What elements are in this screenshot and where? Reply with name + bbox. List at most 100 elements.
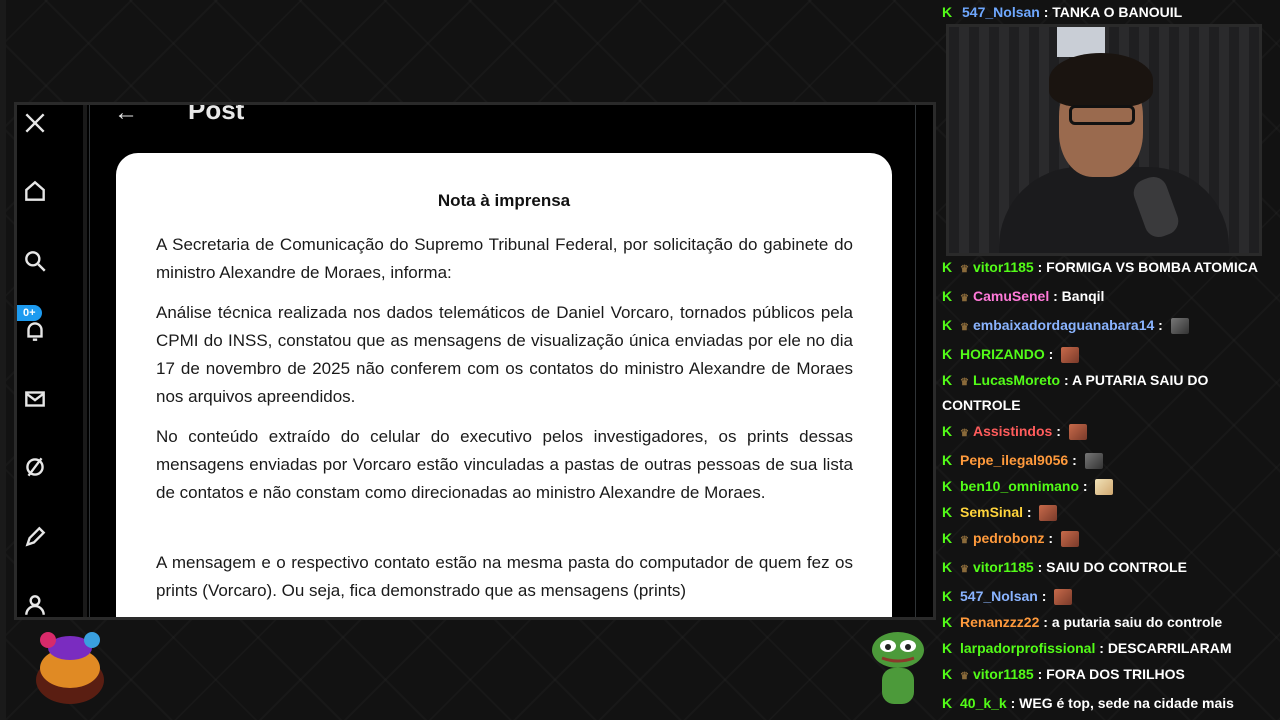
streamer-body bbox=[999, 167, 1229, 253]
chat-separator: : bbox=[1049, 288, 1062, 304]
mascot-left-icon bbox=[36, 632, 104, 704]
chat-username[interactable]: LucasMoreto bbox=[973, 372, 1060, 388]
chat-separator: : bbox=[1006, 695, 1020, 711]
chat-separator: : bbox=[1044, 530, 1057, 546]
messages-icon[interactable] bbox=[21, 385, 49, 413]
kick-badge-icon: K bbox=[942, 614, 953, 630]
kick-badge-icon: K bbox=[942, 317, 953, 333]
chat-username[interactable]: 40_k_k bbox=[960, 695, 1007, 711]
chat-username[interactable]: SemSinal bbox=[960, 504, 1023, 520]
chat-text: FORMIGA VS BOMBA ATOMICA bbox=[1046, 259, 1258, 275]
chat-text: FORA DOS TRILHOS bbox=[1046, 666, 1185, 682]
chat-username[interactable]: Assistindos bbox=[973, 423, 1052, 439]
sub-crown-icon: ♛ bbox=[960, 428, 969, 439]
sub-crown-icon: ♛ bbox=[960, 564, 969, 575]
chat-separator: : bbox=[1154, 317, 1167, 333]
chat-emote-icon bbox=[1039, 505, 1058, 522]
x-sidebar: 0+ bbox=[17, 105, 85, 617]
sub-crown-icon: ♛ bbox=[960, 264, 969, 275]
grok-icon[interactable] bbox=[21, 453, 49, 481]
chat-message: K ♛ vitor1185 : FORA DOS TRILHOS bbox=[940, 663, 1270, 688]
chat-username[interactable]: HORIZANDO bbox=[960, 346, 1045, 362]
webcam-feed bbox=[946, 24, 1262, 256]
chat-separator: : bbox=[1052, 423, 1065, 439]
chat-username[interactable]: Renanzzz22 bbox=[960, 614, 1039, 630]
sub-crown-icon: ♛ bbox=[960, 671, 969, 682]
kick-badge-icon: K bbox=[942, 695, 953, 711]
chat-separator: : bbox=[1079, 478, 1092, 494]
kick-badge-icon: K bbox=[942, 4, 953, 20]
page-title: Post bbox=[188, 102, 245, 125]
chat-separator: : bbox=[1095, 640, 1108, 656]
chat-username[interactable]: 547_Nolsan bbox=[962, 4, 1040, 20]
chat-message: K 547_Nolsan : bbox=[940, 585, 1270, 607]
chat-username[interactable]: 547_Nolsan bbox=[960, 588, 1038, 604]
chat-message: K 40_k_k : WEG é top, sede na cidade mais… bbox=[940, 692, 1270, 720]
chat-text: SAIU DO CONTROLE bbox=[1046, 559, 1187, 575]
kick-badge-icon: K bbox=[942, 423, 953, 439]
chat-username[interactable]: ben10_omnimano bbox=[960, 478, 1079, 494]
scrollbar[interactable] bbox=[83, 105, 87, 617]
kick-badge-icon: K bbox=[942, 478, 953, 494]
chat-message: K ♛ vitor1185 : FORMIGA VS BOMBA ATOMICA bbox=[940, 256, 1270, 281]
chat-username[interactable]: vitor1185 bbox=[973, 559, 1034, 575]
chat-emote-icon bbox=[1170, 318, 1189, 335]
chat-separator: : bbox=[1033, 259, 1047, 275]
chat-message: K ♛ CamuSenel : Banqil bbox=[940, 285, 1270, 310]
post-header: ← Post bbox=[90, 102, 915, 131]
kick-badge-icon: K bbox=[942, 372, 953, 388]
document-paragraph: No conteúdo extraído do celular do execu… bbox=[156, 427, 853, 502]
notifications-icon[interactable] bbox=[21, 317, 49, 345]
chat-top-message: K 547_Nolsan : TANKA O BANOUIL bbox=[942, 4, 1183, 20]
glasses bbox=[1069, 105, 1135, 125]
streamer-hair bbox=[1049, 53, 1153, 107]
chat-emote-icon bbox=[1095, 479, 1114, 496]
chat-separator: : bbox=[1037, 588, 1051, 604]
chat-separator: : bbox=[1044, 346, 1058, 362]
kick-badge-icon: K bbox=[942, 666, 953, 682]
chat-separator: : bbox=[1033, 666, 1047, 682]
compose-icon[interactable] bbox=[21, 523, 49, 551]
chat-message: K SemSinal : bbox=[940, 501, 1270, 523]
chat-username[interactable]: pedrobonz bbox=[973, 530, 1045, 546]
document-title: Nota à imprensa bbox=[437, 191, 571, 210]
home-icon[interactable] bbox=[21, 177, 49, 205]
document-paragraph: Análise técnica realizada nos dados tele… bbox=[156, 303, 853, 406]
back-arrow-icon[interactable]: ← bbox=[114, 105, 138, 127]
x-logo-icon[interactable] bbox=[21, 109, 49, 137]
chat-message: K Pepe_ilegal9056 : bbox=[940, 449, 1270, 471]
chat-message: K HORIZANDO : bbox=[940, 343, 1270, 365]
chat-text: DESCARRILARAM bbox=[1107, 640, 1232, 656]
press-note-image[interactable]: Nota à imprensa A Secretaria de Comunica… bbox=[116, 153, 892, 617]
chat-message: K ♛ pedrobonz : bbox=[940, 527, 1270, 552]
chat-username[interactable]: vitor1185 bbox=[973, 666, 1034, 682]
search-icon[interactable] bbox=[21, 247, 49, 275]
chat-username[interactable]: larpadorprofissional bbox=[960, 640, 1095, 656]
chat-emote-icon bbox=[1054, 589, 1073, 606]
kick-badge-icon: K bbox=[942, 346, 953, 362]
kick-badge-icon: K bbox=[942, 640, 953, 656]
chat-message: K ♛ embaixadordaguanabara14 : bbox=[940, 314, 1270, 339]
chat-emote-icon bbox=[1060, 531, 1079, 548]
chat-emote-icon bbox=[1068, 424, 1087, 441]
chat-separator: : bbox=[1039, 614, 1052, 630]
chat-emote-icon bbox=[1084, 453, 1103, 470]
chat-username[interactable]: CamuSenel bbox=[973, 288, 1049, 304]
kick-badge-icon: K bbox=[942, 559, 953, 575]
chat-message: K ♛ Assistindos : bbox=[940, 420, 1270, 445]
sub-crown-icon: ♛ bbox=[960, 322, 969, 333]
sub-crown-icon: ♛ bbox=[960, 377, 969, 388]
chat-message: Kben10_omnimano : bbox=[940, 475, 1270, 497]
chat-username[interactable]: embaixadordaguanabara14 bbox=[973, 317, 1154, 333]
chat-text: TANKA O BANOUIL bbox=[1052, 4, 1183, 20]
chat-username[interactable]: Pepe_ilegal9056 bbox=[960, 452, 1068, 468]
kick-badge-icon: K bbox=[942, 288, 953, 304]
profile-icon[interactable] bbox=[21, 591, 49, 617]
chat-message: K ♛ vitor1185 : SAIU DO CONTROLE bbox=[940, 556, 1270, 581]
chat-separator: : bbox=[1033, 559, 1047, 575]
chat-list: K ♛ vitor1185 : FORMIGA VS BOMBA ATOMICA K ♛… bbox=[940, 256, 1270, 720]
chat-separator: : bbox=[1068, 452, 1081, 468]
notification-badge: 0+ bbox=[17, 305, 42, 321]
chat-username[interactable]: vitor1185 bbox=[973, 259, 1034, 275]
chat-message: K Renanzzz22 : a putaria saiu do controle bbox=[940, 611, 1270, 633]
